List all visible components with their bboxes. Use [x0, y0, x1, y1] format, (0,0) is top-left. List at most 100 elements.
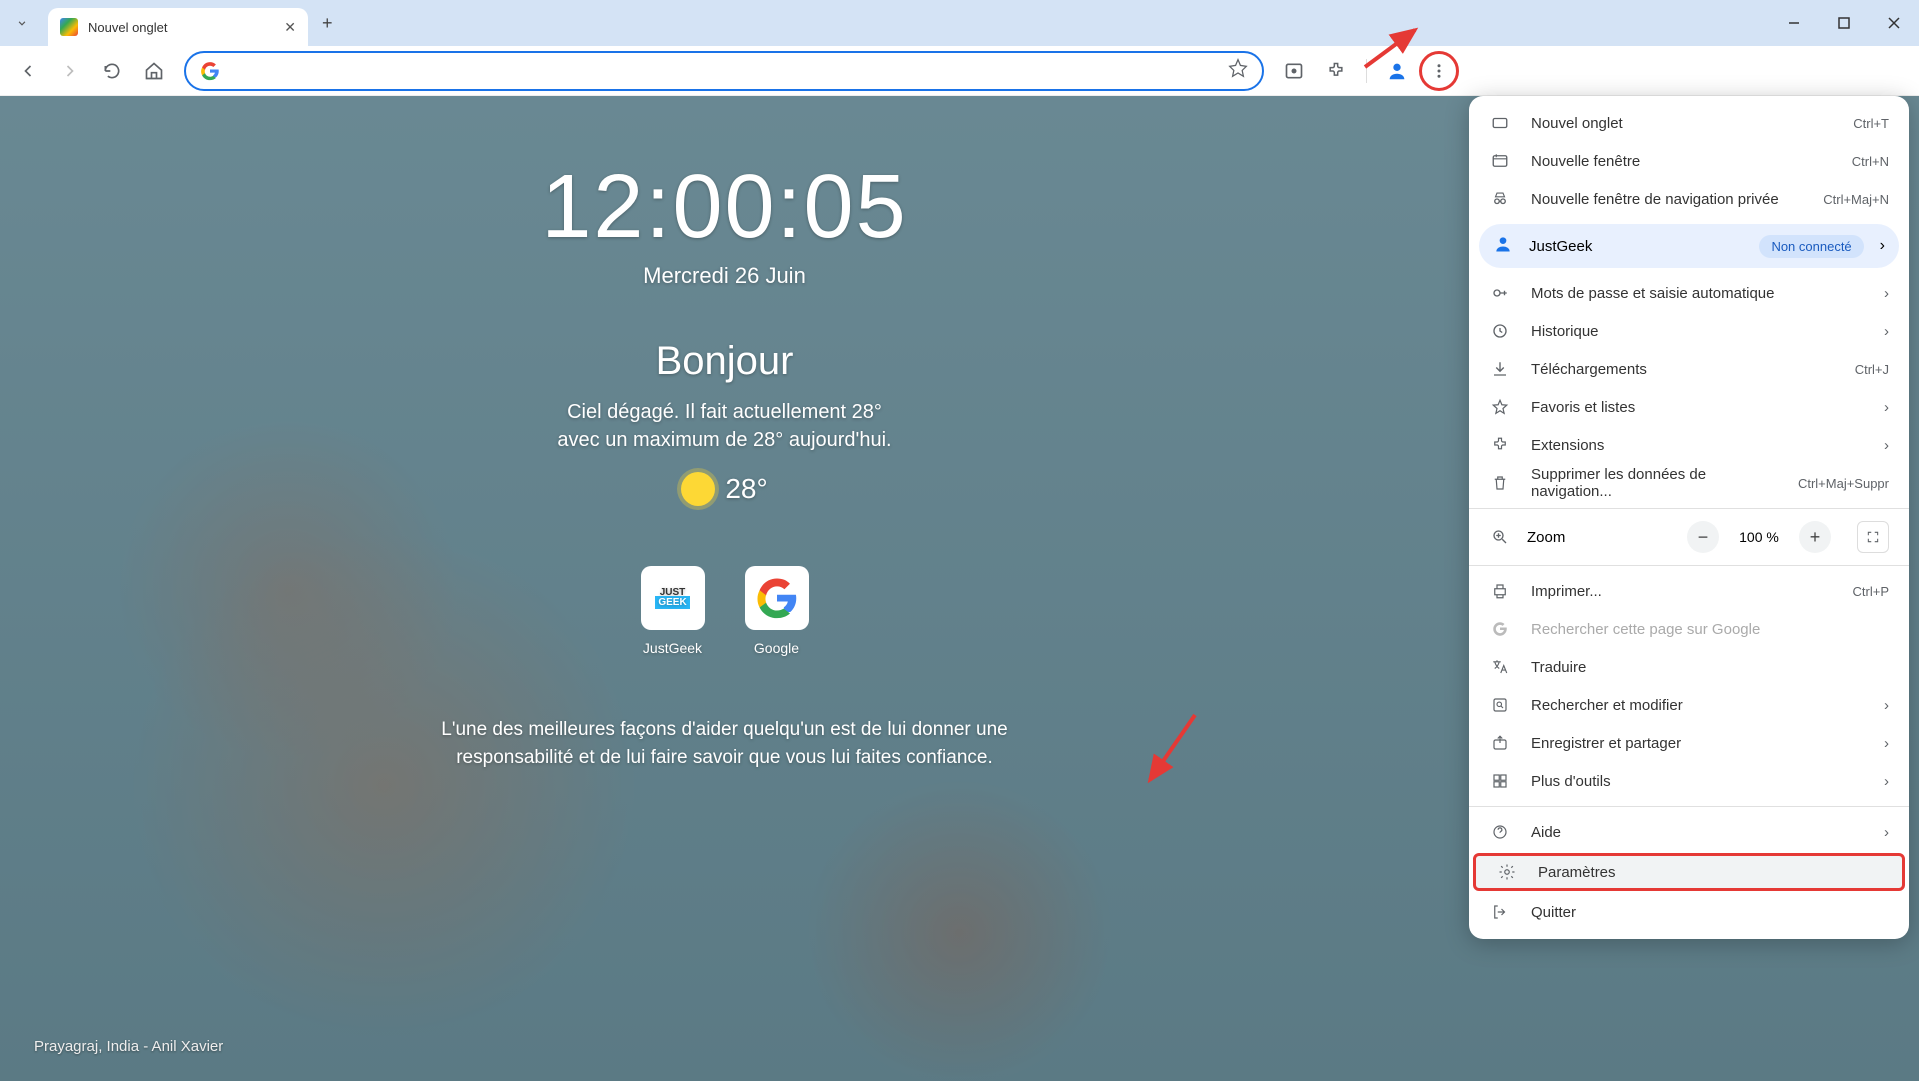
menu-new-tab[interactable]: Nouvel onglet Ctrl+T	[1469, 104, 1909, 142]
reload-button[interactable]	[94, 53, 130, 89]
weather-row: 28°	[681, 472, 767, 506]
chevron-right-icon: ›	[1884, 824, 1889, 841]
shortcut-justgeek[interactable]: JUSTGEEK JustGeek	[641, 566, 705, 656]
home-button[interactable]	[136, 53, 172, 89]
menu-downloads[interactable]: Téléchargements Ctrl+J	[1469, 350, 1909, 388]
new-tab-button[interactable]: +	[322, 13, 333, 34]
menu-print[interactable]: Imprimer... Ctrl+P	[1469, 572, 1909, 610]
sun-icon	[681, 472, 715, 506]
browser-tab[interactable]: Nouvel onglet ✕	[48, 8, 308, 46]
shortcuts: JUSTGEEK JustGeek Google	[641, 566, 809, 656]
zoom-icon	[1489, 528, 1511, 546]
star-icon	[1489, 398, 1511, 416]
greeting: Bonjour	[656, 339, 794, 384]
menu-save-share[interactable]: Enregistrer et partager ›	[1469, 724, 1909, 762]
chevron-right-icon: ›	[1884, 399, 1889, 416]
menu-separator	[1469, 508, 1909, 509]
shortcut-label: JustGeek	[643, 640, 702, 656]
tab-icon	[1489, 114, 1511, 132]
back-button[interactable]	[10, 53, 46, 89]
trash-icon	[1489, 474, 1511, 492]
close-window-button[interactable]	[1869, 0, 1919, 46]
incognito-icon	[1489, 190, 1511, 208]
chevron-right-icon: ›	[1884, 697, 1889, 714]
profile-status-badge: Non connecté	[1759, 235, 1863, 258]
tools-icon	[1489, 772, 1511, 790]
share-icon	[1489, 734, 1511, 752]
chevron-right-icon: ›	[1884, 735, 1889, 752]
bookmark-star-icon[interactable]	[1228, 58, 1248, 83]
extensions-button[interactable]	[1318, 53, 1354, 89]
fullscreen-button[interactable]	[1857, 521, 1889, 553]
toolbar	[0, 46, 1919, 96]
menu-help[interactable]: Aide ›	[1469, 813, 1909, 851]
tab-title: Nouvel onglet	[88, 20, 274, 35]
menu-search-google: Rechercher cette page sur Google	[1469, 610, 1909, 648]
menu-translate[interactable]: Traduire	[1469, 648, 1909, 686]
chevron-right-icon: ›	[1884, 773, 1889, 790]
menu-extensions[interactable]: Extensions ›	[1469, 426, 1909, 464]
google-icon	[200, 61, 220, 81]
find-icon	[1489, 696, 1511, 714]
zoom-in-button[interactable]: +	[1799, 521, 1831, 553]
window-controls	[1769, 0, 1919, 46]
address-bar[interactable]	[184, 51, 1264, 91]
address-input[interactable]	[220, 62, 1228, 79]
shortcut-tile	[745, 566, 809, 630]
shortcut-label: Google	[754, 640, 799, 656]
chevron-right-icon: ›	[1884, 323, 1889, 340]
forward-button[interactable]	[52, 53, 88, 89]
window-icon	[1489, 152, 1511, 170]
zoom-out-button[interactable]: −	[1687, 521, 1719, 553]
side-panel-button[interactable]	[1276, 53, 1312, 89]
chevron-right-icon: ›	[1880, 237, 1885, 255]
close-tab-button[interactable]: ✕	[284, 19, 296, 36]
menu-bookmarks[interactable]: Favoris et listes ›	[1469, 388, 1909, 426]
exit-icon	[1489, 903, 1511, 921]
print-icon	[1489, 582, 1511, 600]
menu-settings[interactable]: Paramètres	[1473, 853, 1905, 891]
profile-icon	[1493, 234, 1513, 259]
google-logo-icon	[755, 576, 799, 620]
menu-incognito[interactable]: Nouvelle fenêtre de navigation privée Ct…	[1469, 180, 1909, 218]
weather-line1: Ciel dégagé. Il fait actuellement 28°	[567, 401, 882, 423]
profile-button[interactable]	[1379, 53, 1415, 89]
chevron-right-icon: ›	[1884, 437, 1889, 454]
gear-icon	[1496, 863, 1518, 881]
download-icon	[1489, 360, 1511, 378]
shortcut-tile: JUSTGEEK	[641, 566, 705, 630]
translate-icon	[1489, 658, 1511, 676]
weather-line2: avec un maximum de 28° aujourd'hui.	[557, 429, 891, 451]
photo-credit: Prayagraj, India - Anil Xavier	[34, 1038, 223, 1055]
menu-clear-data[interactable]: Supprimer les données de navigation... C…	[1469, 464, 1909, 502]
tab-search-dropdown[interactable]	[8, 9, 36, 37]
menu-more-tools[interactable]: Plus d'outils ›	[1469, 762, 1909, 800]
minimize-button[interactable]	[1769, 0, 1819, 46]
quote: L'une des meilleures façons d'aider quel…	[385, 716, 1065, 771]
menu-separator	[1469, 565, 1909, 566]
clock: 12:00:05	[541, 156, 907, 259]
new-tab-page: 12:00:05 Mercredi 26 Juin Bonjour Ciel d…	[0, 96, 1449, 1081]
zoom-value: 100 %	[1735, 529, 1783, 545]
menu-profile[interactable]: JustGeek Non connecté ›	[1479, 224, 1899, 268]
weather-text: Ciel dégagé. Il fait actuellement 28° av…	[557, 398, 891, 454]
shortcut-google[interactable]: Google	[745, 566, 809, 656]
menu-zoom: Zoom − 100 % +	[1469, 515, 1909, 559]
help-icon	[1489, 823, 1511, 841]
tab-favicon	[60, 18, 78, 36]
menu-passwords[interactable]: Mots de passe et saisie automatique ›	[1469, 274, 1909, 312]
puzzle-icon	[1489, 436, 1511, 454]
date: Mercredi 26 Juin	[643, 263, 806, 289]
menu-new-window[interactable]: Nouvelle fenêtre Ctrl+N	[1469, 142, 1909, 180]
menu-history[interactable]: Historique ›	[1469, 312, 1909, 350]
temperature: 28°	[725, 473, 767, 505]
menu-separator	[1469, 806, 1909, 807]
history-icon	[1489, 322, 1511, 340]
highlight-circle	[1419, 51, 1459, 91]
maximize-button[interactable]	[1819, 0, 1869, 46]
chrome-menu-button[interactable]	[1421, 53, 1457, 89]
chevron-right-icon: ›	[1884, 285, 1889, 302]
menu-find-edit[interactable]: Rechercher et modifier ›	[1469, 686, 1909, 724]
google-g-icon	[1489, 620, 1511, 638]
menu-quit[interactable]: Quitter	[1469, 893, 1909, 931]
